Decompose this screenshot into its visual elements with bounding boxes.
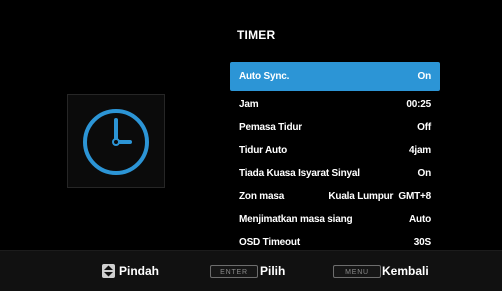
- menu-item-label: OSD Timeout: [239, 236, 300, 248]
- menu-item-value: On: [417, 71, 432, 82]
- menu-item-value: 4jam: [409, 144, 431, 156]
- up-down-arrows-icon: [102, 264, 115, 278]
- menu-item-label: Pemasa Tidur: [239, 121, 303, 133]
- hint-select: ENTER Pilih: [210, 264, 285, 278]
- hint-select-label: Pilih: [260, 264, 286, 278]
- menu-item-value: Off: [417, 121, 431, 133]
- enter-key-icon: ENTER: [210, 264, 258, 278]
- menu-item-osd-timeout[interactable]: OSD Timeout 30S: [230, 232, 440, 252]
- menu-item-value: On: [417, 167, 432, 179]
- timer-menu-list: Auto Sync. On Jam 00:25 Pemasa Tidur Off…: [230, 62, 440, 255]
- menu-title: TIMER: [237, 28, 276, 42]
- menu-item-label: Tidur Auto: [239, 144, 287, 156]
- menu-item-tidur-auto[interactable]: Tidur Auto 4jam: [230, 140, 440, 160]
- menu-key-icon: MENU: [333, 264, 381, 278]
- hint-back: MENU Kembali: [333, 264, 429, 278]
- menu-item-value: Kuala Lumpur GMT+8: [328, 190, 431, 202]
- menu-item-auto-sync[interactable]: Auto Sync. On: [230, 62, 440, 91]
- menu-item-value: 00:25: [406, 98, 431, 110]
- hint-move: Pindah: [102, 264, 159, 278]
- menu-item-no-signal-power[interactable]: Tiada Kuasa Isyarat Sinyal On: [230, 163, 440, 183]
- clock-icon: [83, 109, 149, 175]
- timer-screen: TIMER Auto Sync. On Jam 00:25 Pemasa Tid…: [0, 0, 502, 291]
- menu-item-label: Jam: [239, 98, 259, 110]
- footer-hint-bar: Pindah ENTER Pilih MENU Kembali: [0, 250, 502, 291]
- menu-item-zon-masa[interactable]: Zon masa Kuala Lumpur GMT+8: [230, 186, 440, 206]
- menu-item-label: Zon masa: [239, 190, 285, 202]
- timer-illustration: [67, 94, 165, 188]
- menu-item-value: 30S: [413, 236, 431, 248]
- menu-item-label: Menjimatkan masa siang: [239, 213, 353, 225]
- menu-item-daylight-saving[interactable]: Menjimatkan masa siang Auto: [230, 209, 440, 229]
- menu-item-label: Tiada Kuasa Isyarat Sinyal: [239, 167, 360, 179]
- menu-item-label: Auto Sync.: [239, 71, 290, 82]
- hint-back-label: Kembali: [382, 264, 429, 278]
- hint-move-label: Pindah: [119, 264, 160, 278]
- menu-item-pemasa-tidur[interactable]: Pemasa Tidur Off: [230, 117, 440, 137]
- menu-item-jam[interactable]: Jam 00:25: [230, 94, 440, 114]
- menu-item-value: Auto: [409, 213, 431, 225]
